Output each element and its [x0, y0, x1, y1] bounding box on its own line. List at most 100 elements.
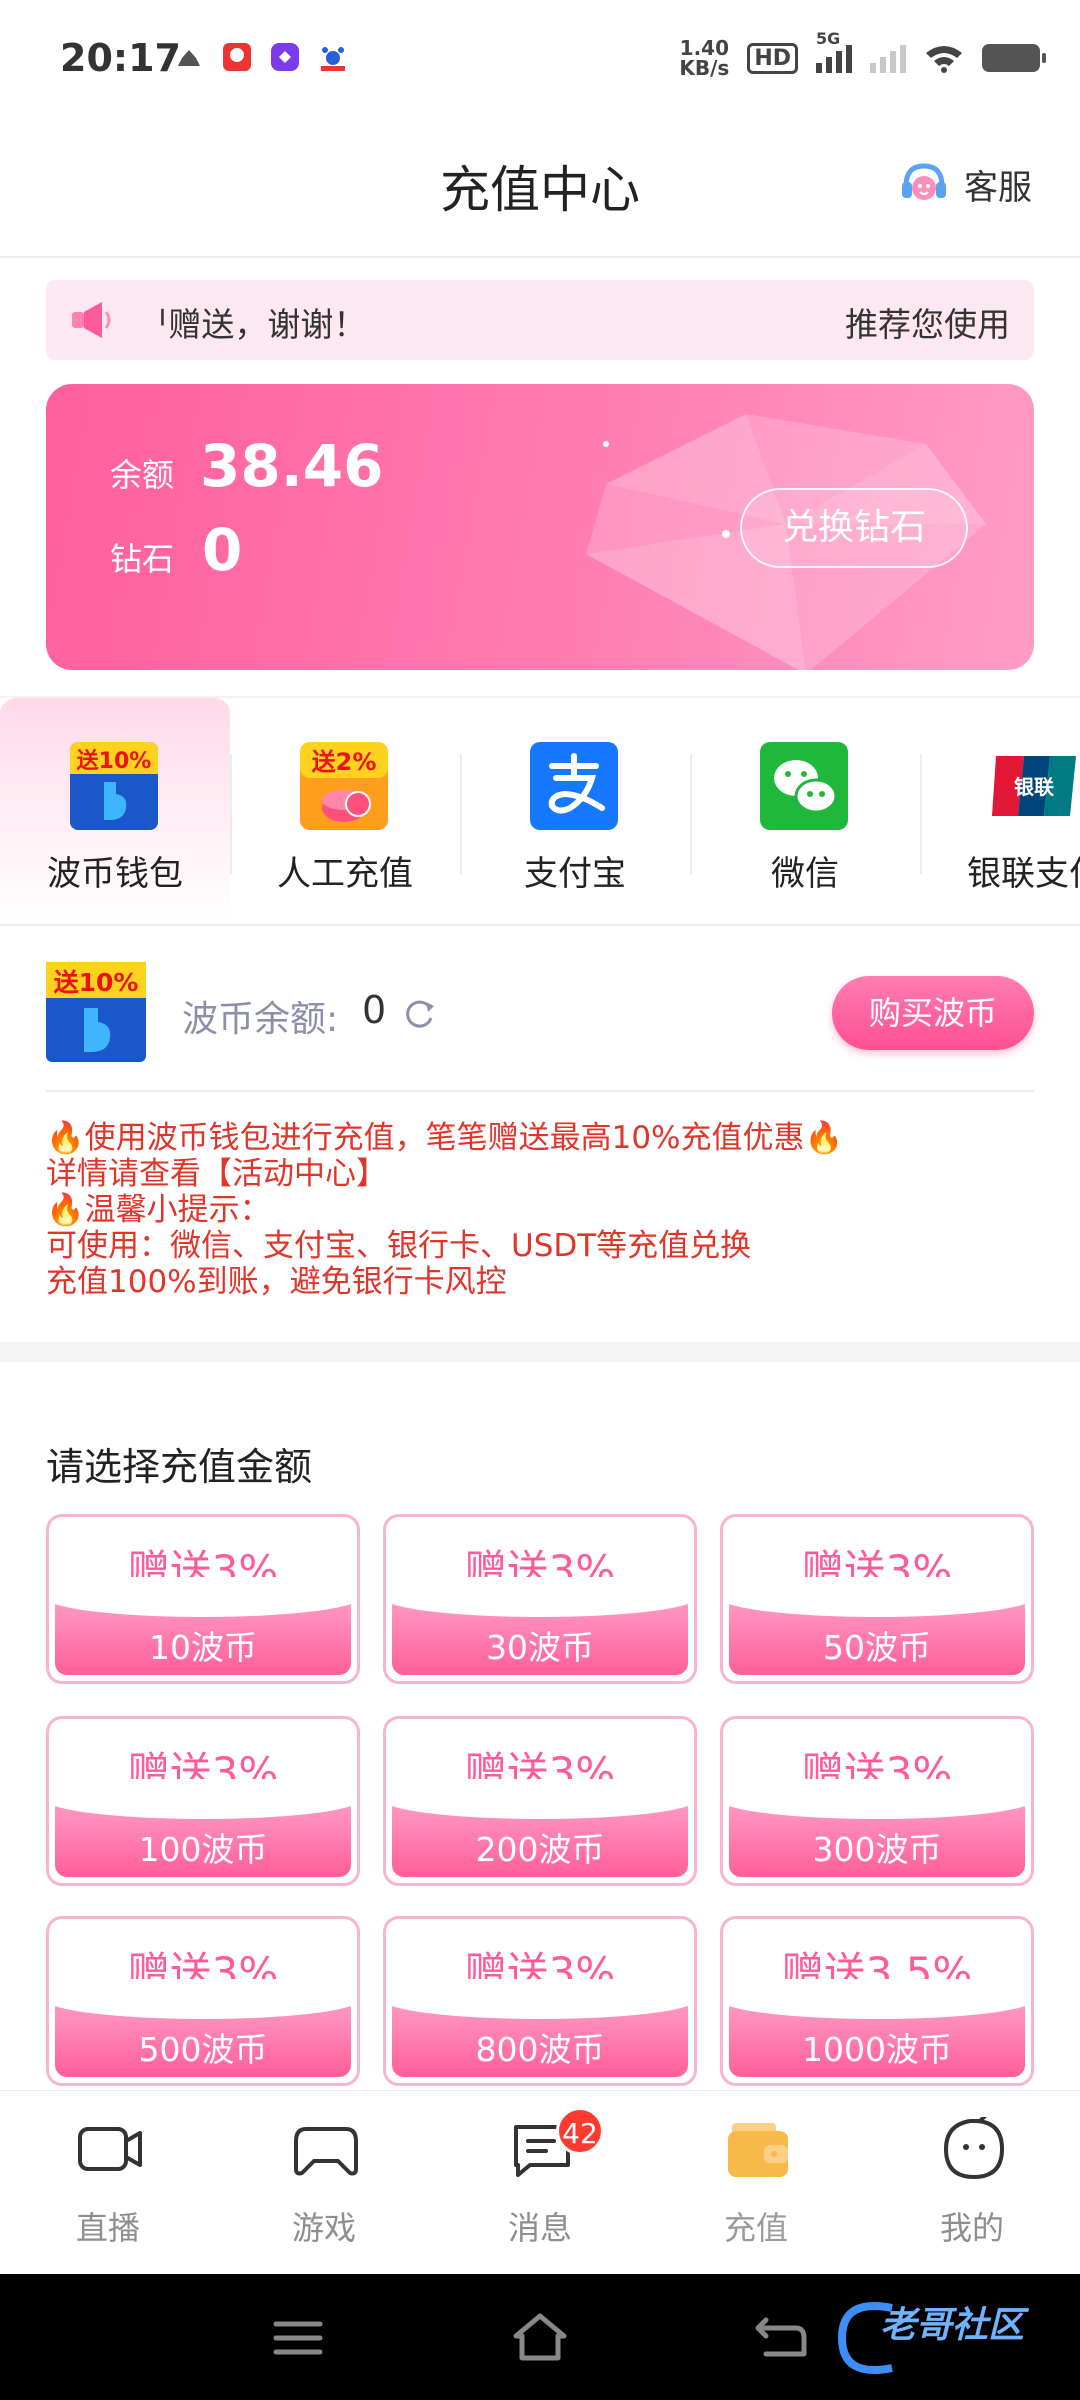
speaker-icon	[72, 302, 111, 338]
tab-label: 人工充值	[277, 854, 413, 894]
tab-bocoin-wallet[interactable]: 送10% 波币钱包	[0, 698, 230, 924]
amount-coins: 200波币	[475, 1830, 605, 1869]
section-divider	[46, 1090, 1034, 1092]
balance-label: 余额	[110, 456, 175, 494]
nav-recharge[interactable]: 充值	[648, 2091, 864, 2275]
unionpay-icon: 银联	[992, 756, 1076, 816]
balance-value: 38.46	[200, 432, 384, 500]
buy-bocoin-button[interactable]: 购买波币	[832, 976, 1034, 1050]
status-right: 1.40 KB/s HD 5G	[679, 29, 1046, 78]
wifi-icon	[926, 46, 962, 73]
amount-option[interactable]: 赠送3% 10波币	[46, 1514, 360, 1684]
manual-tab-badge: 送2%	[312, 748, 377, 776]
amount-option[interactable]: 赠送3% 800波币	[383, 1916, 697, 2086]
amount-option[interactable]: 赠送3.5% 1000波币	[720, 1916, 1034, 2086]
amount-option[interactable]: 赠送3% 500波币	[46, 1916, 360, 2086]
section-separator	[0, 1342, 1080, 1362]
watermark-text: 老哥社区	[880, 2305, 1025, 2346]
tip-line: 可使用：微信、支付宝、银行卡、USDT等充值兑换	[46, 1228, 752, 1264]
tab-label: 微信	[771, 854, 839, 894]
amount-option[interactable]: 赠送3% 200波币	[383, 1716, 697, 1886]
balance-card: 余额 38.46 钻石 0 兑换钻石	[46, 384, 1034, 670]
hd-icon: HD	[747, 42, 798, 74]
page-header: 充值中心 客服	[0, 120, 1080, 258]
tab-manual-recharge[interactable]: 送2% 人工充值	[230, 698, 460, 924]
speed-unit: KB/s	[679, 56, 730, 80]
wallet-logo-badge: 送10%	[54, 968, 139, 997]
battery-icon	[982, 44, 1046, 72]
home-icon[interactable]	[510, 2312, 570, 2362]
nav-live[interactable]: 直播	[0, 2091, 216, 2275]
tip-line: 🔥温馨小提示：	[46, 1192, 271, 1228]
amount-coins: 1000波币	[802, 2030, 952, 2069]
tip-line: 详情请查看【活动中心】	[46, 1156, 387, 1192]
tab-label: 银联支付	[967, 854, 1080, 894]
nav-label: 充值	[723, 2209, 788, 2247]
tip-line: 充值100%到账，避免银行卡风控	[46, 1264, 507, 1300]
tab-alipay[interactable]: 支付宝	[460, 698, 690, 924]
bocoin-balance-value: 0	[362, 988, 387, 1032]
alipay-icon	[530, 742, 618, 830]
amount-section-title: 请选择充值金额	[46, 1445, 313, 1489]
alarm-icon	[178, 50, 200, 66]
recharge-tips: 🔥使用波币钱包进行充值，笔笔赠送最高10%充值优惠🔥 详情请查看【活动中心】 🔥…	[46, 1120, 1034, 1300]
amount-coins: 50波币	[823, 1628, 931, 1667]
live-camera-icon	[78, 2127, 142, 2171]
nav-label: 我的	[939, 2209, 1004, 2247]
amount-coins: 10波币	[149, 1628, 257, 1667]
diamond-label: 钻石	[110, 540, 175, 578]
notice-recommend: 推荐您使用	[845, 305, 1010, 344]
tab-label: 支付宝	[524, 854, 626, 894]
gamepad-icon	[294, 2127, 358, 2176]
notice-bar[interactable]: ᅵ赠送，谢谢！ 推荐您使用	[46, 280, 1034, 360]
customer-service-label: 客服	[964, 167, 1032, 208]
nav-messages[interactable]: 42 消息	[432, 2091, 648, 2275]
payment-method-tabs: 送10% 波币钱包 送2% 人工充值 支付宝 微信 银联 银联支	[0, 696, 1080, 926]
nav-label: 游戏	[291, 2209, 356, 2247]
back-icon[interactable]	[752, 2314, 808, 2360]
system-nav-bar: 老哥社区	[0, 2274, 1080, 2400]
amount-option[interactable]: 赠送3% 100波币	[46, 1716, 360, 1886]
wallet-tab-badge: 送10%	[77, 748, 152, 774]
nav-label: 直播	[75, 2209, 140, 2247]
status-time: 20:17	[60, 36, 181, 80]
tab-wechat[interactable]: 微信	[690, 698, 920, 924]
bocoin-balance-label: 波币余额:	[182, 999, 339, 1040]
amount-coins: 30波币	[486, 1628, 594, 1667]
exchange-diamond-button[interactable]: 兑换钻石	[740, 488, 968, 568]
diamond-value: 0	[202, 516, 243, 584]
app-notification-icon	[223, 43, 251, 71]
tip-line: 🔥使用波币钱包进行充值，笔笔赠送最高10%充值优惠🔥	[46, 1120, 844, 1156]
amount-coins: 800波币	[475, 2030, 605, 2069]
signal-icon-2	[870, 43, 906, 73]
bocoin-wallet-icon: 送10%	[70, 742, 158, 830]
notification-icons	[172, 40, 350, 74]
amount-option[interactable]: 赠送3% 50波币	[720, 1514, 1034, 1684]
amount-option[interactable]: 赠送3% 300波币	[720, 1716, 1034, 1886]
status-bar: 20:17 1.40 KB/s HD 5G	[0, 0, 1080, 120]
nav-game[interactable]: 游戏	[216, 2091, 432, 2275]
nav-label: 消息	[507, 2209, 572, 2247]
tab-unionpay[interactable]: 银联 银联支付	[920, 698, 1080, 924]
unionpay-logo-text: 银联	[1014, 775, 1054, 799]
amount-coins: 300波币	[812, 1830, 942, 1869]
unread-badge: 42	[556, 2107, 604, 2155]
customer-service-button[interactable]: 客服	[896, 156, 1032, 212]
amount-coins: 500波币	[138, 2030, 268, 2069]
amount-coins: 100波币	[138, 1830, 268, 1869]
speed-value: 1.40	[679, 36, 730, 60]
network-speed: 1.40 KB/s	[679, 38, 729, 78]
notice-text: ᅵ赠送，谢谢！	[138, 305, 367, 344]
network-type: 5G	[816, 29, 841, 48]
wechat-icon	[760, 742, 848, 830]
manual-recharge-icon: 送2%	[300, 742, 388, 830]
app-notification-icon-2	[271, 43, 299, 71]
profile-face-icon	[943, 2117, 1005, 2180]
headset-icon	[902, 163, 946, 200]
menu-icon[interactable]	[272, 2318, 324, 2358]
refresh-icon[interactable]	[400, 994, 438, 1032]
nav-profile[interactable]: 我的	[864, 2091, 1080, 2275]
amount-option[interactable]: 赠送3% 30波币	[383, 1514, 697, 1684]
tab-label: 波币钱包	[47, 854, 183, 894]
wallet-icon	[728, 2123, 788, 2177]
